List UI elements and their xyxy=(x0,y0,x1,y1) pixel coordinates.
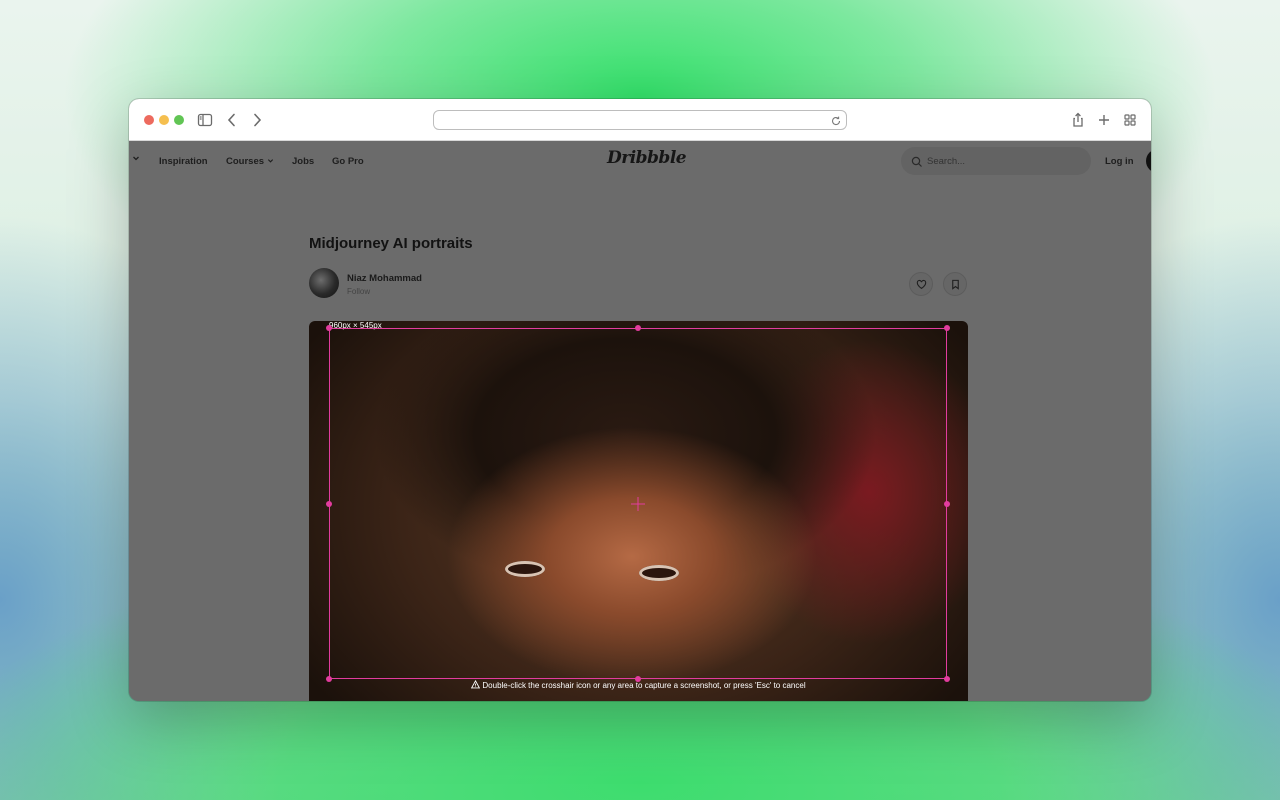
address-bar[interactable] xyxy=(433,110,847,130)
search-field[interactable]: Search... xyxy=(901,147,1091,175)
search-placeholder: Search... xyxy=(927,156,966,167)
share-icon[interactable] xyxy=(1069,111,1087,129)
new-tab-icon[interactable] xyxy=(1095,111,1113,129)
nav-courses[interactable]: Courses xyxy=(226,156,274,167)
signup-button[interactable] xyxy=(1146,149,1151,173)
nav-inspiration[interactable]: Inspiration xyxy=(159,156,208,167)
search-icon xyxy=(911,155,923,167)
web-page: Inspiration Courses Jobs Go Pro Dribbble… xyxy=(129,141,1151,701)
author-avatar[interactable] xyxy=(309,268,339,298)
nav-go-pro[interactable]: Go Pro xyxy=(332,156,364,167)
close-window-button[interactable] xyxy=(144,115,154,125)
capture-hint-text: Double-click the crosshair icon or any a… xyxy=(482,681,806,690)
shot-image[interactable]: 960px × 545px Double-click the crosshair… xyxy=(309,321,968,701)
tab-overview-icon[interactable] xyxy=(1121,111,1139,129)
nav-jobs[interactable]: Jobs xyxy=(292,156,314,167)
crosshair-icon[interactable] xyxy=(631,497,645,511)
follow-link[interactable]: Follow xyxy=(347,287,370,296)
save-button[interactable] xyxy=(943,272,967,296)
nav-courses-label: Courses xyxy=(226,156,265,167)
browser-window: Inspiration Courses Jobs Go Pro Dribbble… xyxy=(129,99,1151,701)
resize-handle[interactable] xyxy=(326,325,332,331)
capture-hint: Double-click the crosshair icon or any a… xyxy=(309,679,968,693)
like-button[interactable] xyxy=(909,272,933,296)
resize-handle[interactable] xyxy=(326,501,332,507)
minimize-window-button[interactable] xyxy=(159,115,169,125)
heart-icon xyxy=(916,279,927,289)
zoom-window-button[interactable] xyxy=(174,115,184,125)
bookmark-icon xyxy=(952,279,959,290)
browser-toolbar xyxy=(129,99,1151,141)
chevron-down-icon xyxy=(267,159,273,163)
resize-handle[interactable] xyxy=(944,501,950,507)
dribbble-logo[interactable]: Dribbble xyxy=(607,148,687,168)
sidebar-toggle-icon[interactable] xyxy=(196,111,214,129)
login-link[interactable]: Log in xyxy=(1105,156,1134,167)
back-icon[interactable] xyxy=(223,111,241,129)
reload-icon[interactable] xyxy=(830,114,842,126)
chevron-down-icon[interactable] xyxy=(132,154,140,165)
author-name[interactable]: Niaz Mohammad xyxy=(347,273,422,284)
warning-icon xyxy=(471,679,481,689)
forward-icon[interactable] xyxy=(248,111,266,129)
resize-handle[interactable] xyxy=(944,325,950,331)
shot-title: Midjourney AI portraits xyxy=(309,235,473,252)
resize-handle[interactable] xyxy=(635,325,641,331)
